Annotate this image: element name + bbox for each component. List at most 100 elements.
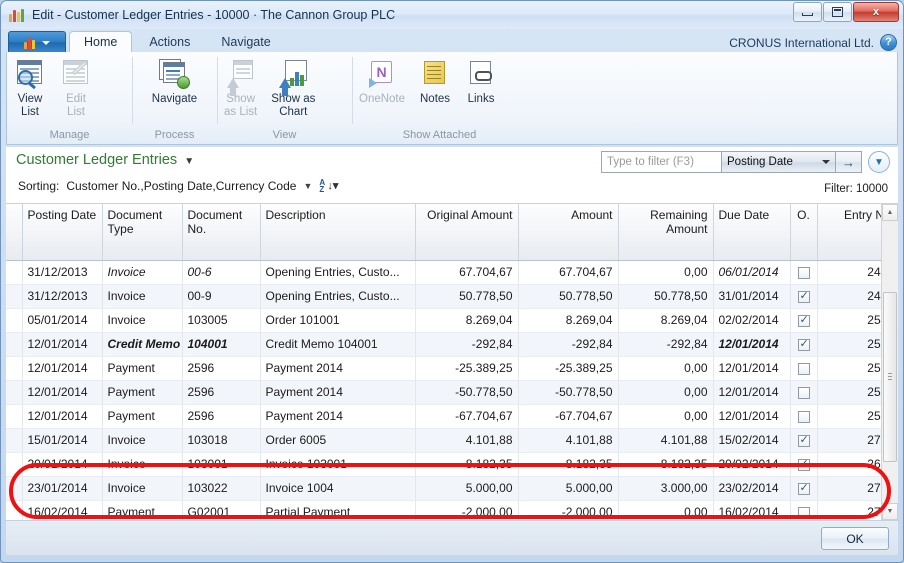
links-button[interactable]: Links [458, 58, 504, 106]
checkbox-checked-icon[interactable] [797, 337, 810, 351]
filter-field-select[interactable]: Posting Date [721, 151, 836, 173]
table-row[interactable]: 23/01/2014 Invoice 103022 Invoice 1004 5.000… [6, 476, 881, 501]
cell-posting-date: 12/01/2014 [22, 332, 103, 357]
cell-document-type: Invoice [102, 476, 183, 501]
sorting-dropdown-icon[interactable]: ▼ [303, 181, 312, 191]
checkbox-unchecked-icon[interactable] [797, 410, 810, 423]
table-row[interactable]: 31/12/2013 Invoice 00-6 Opening Entries, Cu… [6, 260, 881, 285]
col-posting-date[interactable]: Posting Date [22, 204, 103, 261]
application-menu-button[interactable] [8, 31, 66, 53]
cell-open-checkbox[interactable] [790, 308, 818, 333]
checkbox-checked-icon[interactable] [797, 481, 810, 495]
checkbox-checked-icon[interactable] [797, 289, 810, 303]
cell-amount: 8.182,35 [518, 452, 619, 477]
checkbox-checked-icon[interactable] [797, 313, 810, 327]
cell-open-checkbox[interactable] [790, 428, 818, 453]
cell-description: Opening Entries, Custo... [260, 284, 416, 309]
checkbox-checked-icon[interactable] [797, 433, 810, 447]
company-name: CRONUS International Ltd. [729, 35, 874, 50]
cell-original-amount: -25.389,25 [415, 356, 519, 381]
cell-open-checkbox[interactable] [790, 476, 818, 501]
ok-button[interactable]: OK [821, 527, 889, 550]
chevron-down-icon [42, 40, 50, 45]
cell-amount: 8.269,04 [518, 308, 619, 333]
minimize-button[interactable] [793, 2, 822, 22]
navigate-button[interactable]: Navigate [145, 58, 204, 106]
table-row[interactable]: 12/01/2014 Payment 2596 Payment 2014 -50.778… [6, 380, 881, 405]
cell-open-checkbox[interactable] [790, 380, 818, 405]
cell-posting-date: 12/01/2014 [22, 380, 103, 405]
onenote-label: OneNote [359, 93, 406, 105]
sorting-value[interactable]: Customer No.,Posting Date,Currency Code [66, 179, 296, 193]
tab-navigate[interactable]: Navigate [207, 31, 284, 53]
edit-list-button[interactable]: Edit List [53, 58, 99, 119]
table-header-row: Posting Date Document Type Document No. … [6, 204, 881, 261]
col-description[interactable]: Description [260, 204, 416, 261]
cell-description: Opening Entries, Custo... [260, 260, 416, 285]
table-row[interactable]: 15/01/2014 Invoice 103018 Order 6005 4.101,8… [6, 428, 881, 453]
maximize-button[interactable] [823, 2, 852, 22]
checkbox-unchecked-icon[interactable] [797, 266, 810, 279]
sorting-label: Sorting: [18, 178, 60, 193]
row-selector-cell[interactable] [6, 260, 23, 285]
row-selector-cell[interactable] [6, 380, 23, 405]
onenote-button[interactable]: N OneNote [352, 58, 412, 106]
row-selector-cell[interactable] [6, 476, 23, 501]
row-selector-cell[interactable] [6, 452, 23, 477]
notes-button[interactable]: Notes [412, 58, 458, 106]
cell-document-no: 103001 [182, 452, 261, 477]
sort-az-icon[interactable]: A Z ↓▾ [319, 178, 338, 194]
cell-due-date: 23/02/2014 [713, 476, 791, 501]
cell-open-checkbox[interactable] [790, 452, 818, 477]
row-selector-cell[interactable] [6, 356, 23, 381]
row-selector-cell[interactable] [6, 332, 23, 357]
cell-open-checkbox[interactable] [790, 284, 818, 309]
table-row[interactable]: 12/01/2014 Payment 2596 Payment 2014 -67.704… [6, 404, 881, 429]
col-open[interactable]: O. [790, 204, 818, 261]
table-row[interactable]: 05/01/2014 Invoice 103005 Order 101001 8.269… [6, 308, 881, 333]
page-title-dropdown-icon[interactable]: ▼ [184, 156, 194, 167]
col-document-type[interactable]: Document Type [102, 204, 183, 261]
show-as-list-button[interactable]: Show as List [217, 58, 264, 119]
table-row[interactable]: 12/01/2014 Credit Memo 104001 Credit Memo 1… [6, 332, 881, 357]
ledger-table: Posting Date Document Type Document No. … [6, 204, 881, 520]
scrollbar-thumb[interactable] [883, 292, 897, 462]
tab-actions[interactable]: Actions [135, 31, 204, 53]
row-selector-cell[interactable] [6, 308, 23, 333]
row-selector-cell[interactable] [6, 428, 23, 453]
view-list-button[interactable]: View List [7, 58, 53, 119]
apply-filter-button[interactable]: → [836, 151, 862, 173]
col-remaining-amount[interactable]: Remaining Amount [618, 204, 714, 261]
table-row[interactable]: 20/01/2014 Invoice 103001 Invoice 103001 8.1… [6, 452, 881, 477]
col-original-amount[interactable]: Original Amount [415, 204, 519, 261]
col-document-no[interactable]: Document No. [182, 204, 261, 261]
cell-open-checkbox[interactable] [790, 404, 818, 429]
cell-open-checkbox[interactable] [790, 500, 818, 520]
table-row[interactable]: 16/02/2014 Payment G02001 Partial Payment -2… [6, 500, 881, 520]
table-row[interactable]: 31/12/2013 Invoice 00-9 Opening Entries, Cu… [6, 284, 881, 309]
company-area: CRONUS International Ltd. ? [729, 34, 897, 53]
col-due-date[interactable]: Due Date [713, 204, 791, 261]
search-input[interactable]: Type to filter (F3) [601, 151, 721, 173]
show-as-chart-button[interactable]: Show as Chart [264, 58, 322, 119]
checkbox-unchecked-icon[interactable] [797, 362, 810, 375]
checkbox-unchecked-icon[interactable] [797, 386, 810, 399]
cell-open-checkbox[interactable] [790, 260, 818, 285]
table-row[interactable]: 12/01/2014 Payment 2596 Payment 2014 -25.389… [6, 356, 881, 381]
expand-filter-pane-button[interactable]: ▼ [868, 151, 890, 173]
cell-open-checkbox[interactable] [790, 356, 818, 381]
row-selector-cell[interactable] [6, 404, 23, 429]
scroll-up-button[interactable]: ▲ [882, 204, 898, 221]
checkbox-checked-icon[interactable] [797, 457, 810, 471]
checkbox-unchecked-icon[interactable] [797, 506, 810, 519]
row-selector-cell[interactable] [6, 500, 23, 520]
close-button[interactable]: x [853, 2, 899, 22]
col-amount[interactable]: Amount [518, 204, 619, 261]
col-entry-no[interactable]: Entry No. [817, 204, 881, 261]
tab-home[interactable]: Home [69, 31, 133, 53]
grid-vertical-scrollbar[interactable]: ▲ ▼ [881, 204, 898, 520]
row-selector-cell[interactable] [6, 284, 23, 309]
help-icon[interactable]: ? [880, 34, 897, 51]
scroll-down-button[interactable]: ▼ [882, 503, 898, 520]
cell-open-checkbox[interactable] [790, 332, 818, 357]
